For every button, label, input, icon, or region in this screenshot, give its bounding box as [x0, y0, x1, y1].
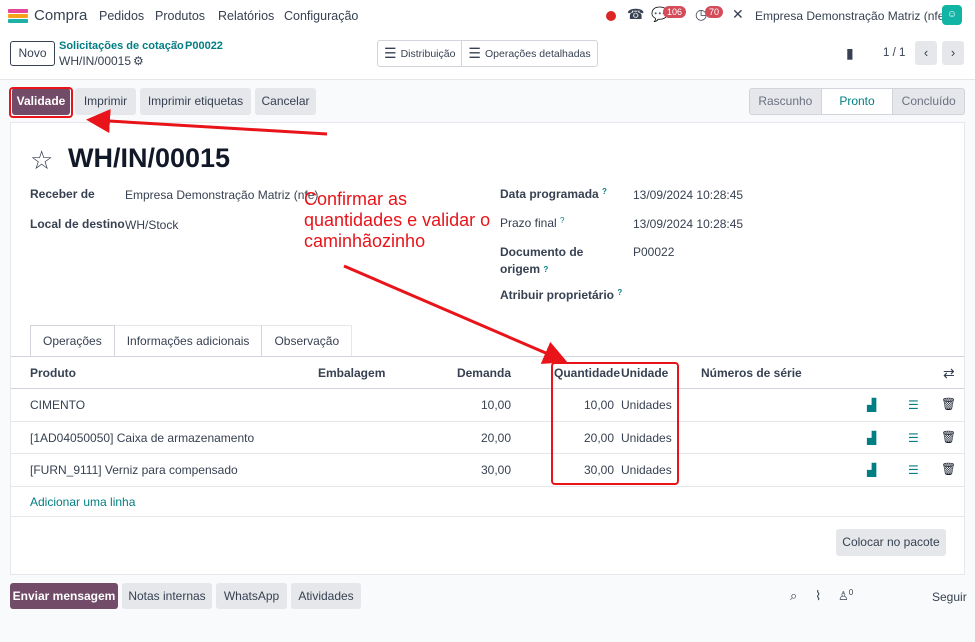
messages-badge: 106	[663, 6, 687, 18]
tab-operations[interactable]: Operações	[30, 325, 115, 356]
menu-produtos[interactable]: Produtos	[155, 9, 205, 23]
delete-trash-icon[interactable]: 🗑	[941, 397, 956, 411]
product-cell[interactable]: CIMENTO	[30, 389, 85, 421]
detailed-ops-button[interactable]: ☰ Operações detalhadas	[461, 41, 596, 66]
app-name[interactable]: Compra	[34, 7, 87, 24]
distribution-label: Distribuição	[400, 47, 456, 60]
col-serials[interactable]: Números de série	[701, 357, 802, 389]
status-done[interactable]: Concluído	[893, 89, 964, 114]
followers-icon[interactable]: ♙0	[838, 588, 853, 603]
operations-table: Produto Embalagem Demanda Quantidade Uni…	[11, 356, 964, 487]
scheduled-date-label: Data programada ?	[500, 187, 607, 201]
control-panel: Novo Solicitações de cotação / P00022 WH…	[0, 32, 975, 80]
breadcrumb-separator: /	[174, 40, 178, 52]
put-in-pack-button[interactable]: Colocar no pacote	[836, 529, 946, 556]
purchase-app-icon[interactable]	[8, 9, 28, 23]
demand-cell: 20,00	[480, 430, 511, 445]
detailed-ops-label: Operações detalhadas	[484, 47, 591, 60]
validate-highlight-box	[9, 87, 73, 118]
breadcrumb-current: WH/IN/00015	[59, 54, 132, 68]
status-draft[interactable]: Rascunho	[750, 89, 821, 114]
destination-label: Local de destino	[30, 217, 125, 231]
forecast-chart-icon[interactable]: ▟	[867, 463, 876, 477]
annotation-text: Confirmar as quantidades e validar o cam…	[304, 189, 491, 251]
company-switcher[interactable]: Empresa Demonstração Matriz (nfe)	[755, 9, 948, 23]
status-bar: Rascunho Pronto Concluído	[749, 88, 965, 115]
demand-cell: 10,00	[480, 398, 511, 412]
pager-previous-button[interactable]: ‹	[915, 41, 937, 65]
receive-from-label: Receber de	[30, 187, 95, 201]
details-list-icon[interactable]: ☰	[908, 463, 919, 477]
pager-value[interactable]: 1 / 1	[883, 47, 905, 59]
col-product[interactable]: Produto	[30, 357, 76, 389]
forecast-chart-icon[interactable]: ▟	[867, 431, 876, 445]
delete-trash-icon[interactable]: 🗑	[941, 462, 956, 476]
send-message-button[interactable]: Enviar mensagem	[10, 583, 118, 609]
status-ready[interactable]: Pronto	[820, 89, 894, 114]
table-header: Produto Embalagem Demanda Quantidade Uni…	[11, 357, 964, 389]
add-line-link[interactable]: Adicionar uma linha	[30, 495, 135, 509]
table-row[interactable]: CIMENTO 10,00 10,00 Unidades ▟ ☰ 🗑	[11, 389, 964, 422]
log-note-button[interactable]: Notas internas	[122, 583, 212, 609]
receive-from-field[interactable]: Empresa Demonstração Matriz (nfe)	[125, 188, 318, 202]
print-button[interactable]: Imprimir	[75, 88, 136, 115]
bookmark-icon[interactable]: ▮	[846, 45, 854, 62]
top-navbar: Compra Pedidos Produtos Relatórios Confi…	[0, 0, 975, 32]
notebook-tabs: Operações Informações adicionais Observa…	[30, 325, 353, 356]
search-icon[interactable]: ⌕	[790, 588, 797, 604]
follow-button[interactable]: Seguir	[932, 590, 967, 604]
action-bar: Validade Imprimir Imprimir etiquetas Can…	[0, 80, 975, 120]
table-footer-divider	[11, 516, 964, 517]
deadline-label: Prazo final ?	[500, 216, 565, 230]
list-icon: ☰	[468, 45, 481, 61]
col-demand[interactable]: Demanda	[441, 357, 511, 389]
col-packaging[interactable]: Embalagem	[318, 357, 385, 389]
details-list-icon[interactable]: ☰	[908, 398, 919, 412]
new-button[interactable]: Novo	[10, 41, 55, 66]
delete-trash-icon[interactable]: 🗑	[941, 430, 956, 444]
deadline-field[interactable]: 13/09/2024 10:28:45	[633, 217, 743, 231]
activities-badge: 70	[705, 6, 724, 18]
record-name: WH/IN/00015	[68, 143, 231, 173]
demand-cell: 30,00	[480, 463, 511, 477]
menu-configuracao[interactable]: Configuração	[284, 9, 358, 23]
menu-pedidos[interactable]: Pedidos	[99, 9, 144, 23]
pager-next-button[interactable]: ›	[942, 41, 964, 65]
tab-additional-info[interactable]: Informações adicionais	[114, 325, 263, 356]
source-document-label: Documento de origem ?	[500, 245, 584, 276]
activities-button[interactable]: Atividades	[291, 583, 361, 609]
source-document-field[interactable]: P00022	[633, 245, 674, 259]
user-avatar[interactable]: ☺	[942, 5, 962, 25]
cancel-button[interactable]: Cancelar	[255, 88, 316, 115]
table-row[interactable]: [FURN_9111] Verniz para compensado 30,00…	[11, 454, 964, 487]
tab-notes[interactable]: Observação	[262, 325, 353, 356]
owner-label: Atribuir proprietário ?	[500, 288, 623, 302]
breadcrumb-rfq-link[interactable]: Solicitações de cotação	[59, 40, 184, 52]
product-cell[interactable]: [FURN_9111] Verniz para compensado	[30, 454, 238, 486]
quantity-highlight-box	[551, 362, 679, 485]
tools-icon[interactable]: ✕	[732, 6, 744, 23]
menu-relatorios[interactable]: Relatórios	[218, 9, 274, 23]
view-switcher: ☰ Distribuição ☰ Operações detalhadas	[377, 40, 598, 67]
recording-dot-icon[interactable]	[606, 11, 616, 21]
details-list-icon[interactable]: ☰	[908, 431, 919, 445]
destination-field[interactable]: WH/Stock	[125, 218, 178, 232]
table-row[interactable]: [1AD04050050] Caixa de armazenamento 20,…	[11, 422, 964, 454]
product-cell[interactable]: [1AD04050050] Caixa de armazenamento	[30, 422, 254, 454]
optional-columns-icon[interactable]: ⇄	[943, 357, 955, 389]
print-labels-button[interactable]: Imprimir etiquetas	[140, 88, 251, 115]
star-icon[interactable]: ☆	[30, 145, 53, 176]
phone-icon[interactable]: ☎	[627, 6, 644, 23]
forecast-chart-icon[interactable]: ▟	[867, 398, 876, 412]
paperclip-icon[interactable]: ⌇	[815, 588, 821, 604]
followers-count: 0	[848, 588, 854, 597]
breadcrumb-po-link[interactable]: P00022	[185, 40, 223, 52]
distribution-view-button[interactable]: ☰ Distribuição	[378, 41, 461, 66]
list-icon: ☰	[384, 45, 397, 61]
scheduled-date-field[interactable]: 13/09/2024 10:28:45	[633, 188, 743, 202]
whatsapp-button[interactable]: WhatsApp	[216, 583, 287, 609]
gear-icon[interactable]: ⚙	[133, 54, 144, 68]
chatter-bar: Enviar mensagem Notas internas WhatsApp …	[0, 580, 975, 612]
